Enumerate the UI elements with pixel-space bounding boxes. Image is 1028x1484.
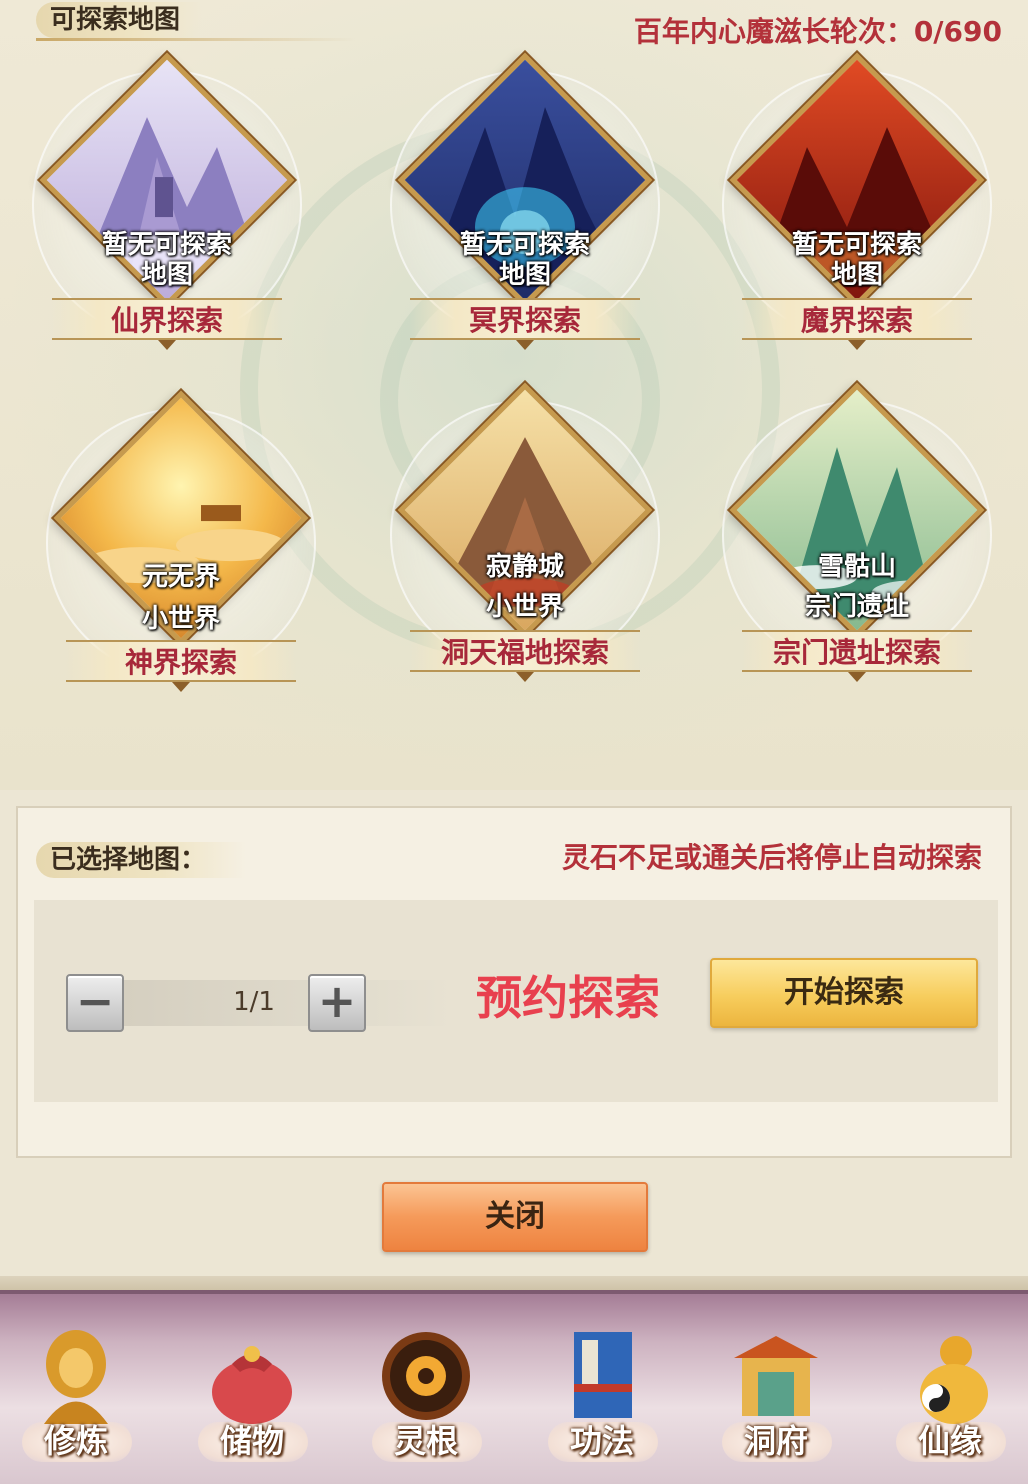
- map-status-line2: 地图: [830, 260, 883, 290]
- map-status-line1: 暂无可探索: [791, 230, 922, 260]
- map-status-line1: 暂无可探索: [101, 230, 232, 260]
- map-status-line1: 暂无可探索: [459, 230, 590, 260]
- map-status-line2: 宗门遗址: [804, 592, 909, 622]
- explore-map-panel: 可探索地图 百年内心魔滋长轮次：0/690 暂无可探索 地图 仙界探索 暂无可探…: [0, 0, 1028, 790]
- nav-item-techniques[interactable]: 功法: [532, 1318, 672, 1484]
- map-status-line1: 寂静城: [485, 552, 564, 582]
- map-status-line2: 小世界: [141, 604, 220, 634]
- map-card-divine[interactable]: 元无界 小世界 神界探索: [36, 390, 326, 698]
- map-status-line1: 元无界: [141, 562, 220, 592]
- map-status-line1: 雪骷山: [817, 552, 896, 582]
- auto-explore-warning: 灵石不足或通关后将停止自动探索: [561, 841, 982, 874]
- map-card-immortal[interactable]: 暂无可探索 地图 仙界探索: [22, 52, 312, 360]
- close-button[interactable]: 关闭: [382, 1182, 648, 1252]
- nav-item-storage[interactable]: 储物: [182, 1318, 322, 1484]
- map-title: 宗门遗址探索: [742, 630, 972, 682]
- map-title: 冥界探索: [410, 298, 640, 350]
- map-card-sect-ruins[interactable]: 雪骷山 宗门遗址 宗门遗址探索: [712, 382, 1002, 690]
- nav-label: 储物: [219, 1422, 284, 1460]
- start-explore-button[interactable]: 开始探索: [710, 958, 978, 1028]
- map-card-underworld[interactable]: 暂无可探索 地图 冥界探索: [380, 52, 670, 360]
- map-title: 仙界探索: [52, 298, 282, 350]
- explore-count-value: 1/1: [233, 987, 275, 1017]
- nav-label: 洞府: [743, 1422, 808, 1460]
- explorable-maps-title: 可探索地图: [36, 2, 357, 41]
- map-status-line2: 地图: [498, 260, 551, 290]
- decrement-button[interactable]: −: [66, 974, 124, 1032]
- nav-item-cave-palace[interactable]: 洞府: [706, 1318, 846, 1484]
- bottom-nav: 修炼 储物 灵根 功法 洞府 仙缘: [0, 1290, 1028, 1484]
- nav-item-cultivate[interactable]: 修炼: [6, 1318, 146, 1484]
- map-title: 魔界探索: [742, 298, 972, 350]
- panel-divider: [0, 1276, 1028, 1290]
- nav-label: 仙缘: [917, 1422, 982, 1460]
- nav-label: 灵根: [393, 1422, 458, 1460]
- nav-label: 修炼: [43, 1422, 108, 1460]
- map-status-line2: 小世界: [485, 592, 564, 622]
- map-card-paradise[interactable]: 寂静城 小世界 洞天福地探索: [380, 382, 670, 690]
- selected-map-panel: 已选择地图： 灵石不足或通关后将停止自动探索 − 1/1 + 预约探索 开始探索: [16, 806, 1012, 1158]
- nav-item-spirit-root[interactable]: 灵根: [356, 1318, 496, 1484]
- map-title: 神界探索: [66, 640, 296, 692]
- nav-item-fate[interactable]: 仙缘: [880, 1318, 1020, 1484]
- map-title: 洞天福地探索: [410, 630, 640, 682]
- nav-label: 功法: [569, 1422, 634, 1460]
- explore-controls: − 1/1 + 预约探索 开始探索: [34, 900, 998, 1102]
- map-status-line2: 地图: [140, 260, 193, 290]
- selected-map-label: 已选择地图：: [36, 842, 247, 878]
- reserve-explore-label: 预约探索: [476, 971, 660, 1025]
- increment-button[interactable]: +: [308, 974, 366, 1032]
- map-card-demon[interactable]: 暂无可探索 地图 魔界探索: [712, 52, 1002, 360]
- heart-demon-growth-counter: 百年内心魔滋长轮次：0/690: [633, 15, 1002, 48]
